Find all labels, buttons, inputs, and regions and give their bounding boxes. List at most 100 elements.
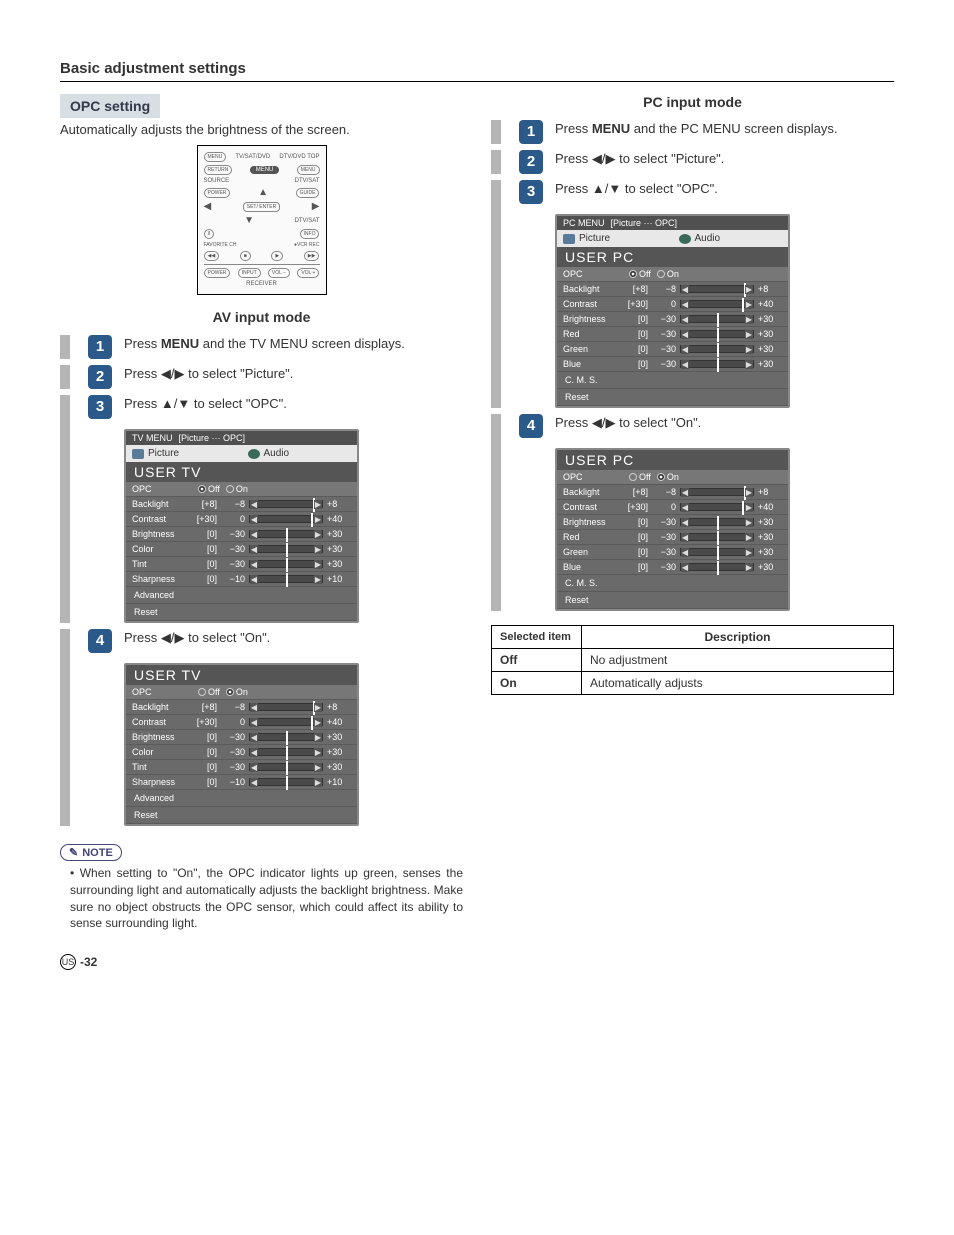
slider-row[interactable]: Contrast[+30]0◀▶+40 bbox=[557, 297, 788, 312]
radio-on-icon[interactable] bbox=[657, 473, 665, 481]
slider-right-arrow-icon[interactable]: ▶ bbox=[745, 518, 753, 527]
slider-right-arrow-icon[interactable]: ▶ bbox=[745, 548, 753, 557]
slider-right-arrow-icon[interactable]: ▶ bbox=[314, 545, 322, 554]
menu-item[interactable]: Advanced bbox=[126, 790, 357, 807]
slider-row[interactable]: Red[0]−30◀▶+30 bbox=[557, 530, 788, 545]
slider-left-arrow-icon[interactable]: ◀ bbox=[681, 330, 689, 339]
slider-row[interactable]: Sharpness[0]−10◀▶+10 bbox=[126, 775, 357, 790]
slider-left-arrow-icon[interactable]: ◀ bbox=[250, 500, 258, 509]
slider-row[interactable]: Green[0]−30◀▶+30 bbox=[557, 545, 788, 560]
menu-item[interactable]: Reset bbox=[557, 592, 788, 609]
radio-on-icon[interactable] bbox=[226, 485, 234, 493]
slider-row[interactable]: Red[0]−30◀▶+30 bbox=[557, 327, 788, 342]
slider-right-arrow-icon[interactable]: ▶ bbox=[314, 500, 322, 509]
menu-item[interactable]: Reset bbox=[126, 604, 357, 621]
slider-right-arrow-icon[interactable]: ▶ bbox=[314, 733, 322, 742]
slider-left-arrow-icon[interactable]: ◀ bbox=[250, 575, 258, 584]
radio-on-icon[interactable] bbox=[226, 688, 234, 696]
menu-item[interactable]: C. M. S. bbox=[557, 372, 788, 389]
slider-right-arrow-icon[interactable]: ▶ bbox=[314, 703, 322, 712]
radio-off-icon[interactable] bbox=[629, 473, 637, 481]
slider-row[interactable]: Brightness[0]−30◀▶+30 bbox=[557, 312, 788, 327]
slider-right-arrow-icon[interactable]: ▶ bbox=[314, 763, 322, 772]
slider-left-arrow-icon[interactable]: ◀ bbox=[681, 563, 689, 572]
slider-row[interactable]: Blue[0]−30◀▶+30 bbox=[557, 560, 788, 575]
slider-right-arrow-icon[interactable]: ▶ bbox=[745, 360, 753, 369]
slider-row[interactable]: Brightness[0]−30◀▶+30 bbox=[126, 527, 357, 542]
opc-toggle-row[interactable]: OPC Off On bbox=[557, 267, 788, 282]
slider-right-arrow-icon[interactable]: ▶ bbox=[745, 315, 753, 324]
slider-right-arrow-icon[interactable]: ▶ bbox=[745, 488, 753, 497]
tab-picture[interactable]: Picture bbox=[126, 445, 242, 462]
tab-audio[interactable]: Audio bbox=[242, 445, 358, 462]
slider-right-arrow-icon[interactable]: ▶ bbox=[745, 330, 753, 339]
slider-left-arrow-icon[interactable]: ◀ bbox=[681, 533, 689, 542]
slider-left-arrow-icon[interactable]: ◀ bbox=[681, 300, 689, 309]
slider-left-arrow-icon[interactable]: ◀ bbox=[681, 548, 689, 557]
radio-off-icon[interactable] bbox=[198, 688, 206, 696]
slider-row[interactable]: Backlight[+8]−8◀▶+8 bbox=[557, 485, 788, 500]
step-number: 3 bbox=[519, 180, 543, 204]
slider-left-arrow-icon[interactable]: ◀ bbox=[250, 530, 258, 539]
menu-item[interactable]: C. M. S. bbox=[557, 575, 788, 592]
slider-row[interactable]: Backlight[+8]−8◀▶+8 bbox=[126, 700, 357, 715]
av-input-mode-heading: AV input mode bbox=[60, 309, 463, 325]
slider-left-arrow-icon[interactable]: ◀ bbox=[681, 285, 689, 294]
menu-item[interactable]: Advanced bbox=[126, 587, 357, 604]
slider-row[interactable]: Green[0]−30◀▶+30 bbox=[557, 342, 788, 357]
slider-right-arrow-icon[interactable]: ▶ bbox=[314, 515, 322, 524]
radio-off-icon[interactable] bbox=[198, 485, 206, 493]
slider-row[interactable]: Color[0]−30◀▶+30 bbox=[126, 542, 357, 557]
slider-row[interactable]: Backlight[+8]−8◀▶+8 bbox=[557, 282, 788, 297]
slider-right-arrow-icon[interactable]: ▶ bbox=[314, 575, 322, 584]
slider-left-arrow-icon[interactable]: ◀ bbox=[681, 518, 689, 527]
slider-row[interactable]: Blue[0]−30◀▶+30 bbox=[557, 357, 788, 372]
slider-right-arrow-icon[interactable]: ▶ bbox=[745, 345, 753, 354]
slider-row[interactable]: Contrast[+30]0◀▶+40 bbox=[126, 715, 357, 730]
tab-picture[interactable]: Picture bbox=[557, 230, 673, 247]
slider-right-arrow-icon[interactable]: ▶ bbox=[314, 560, 322, 569]
slider-row[interactable]: Color[0]−30◀▶+30 bbox=[126, 745, 357, 760]
slider-right-arrow-icon[interactable]: ▶ bbox=[745, 533, 753, 542]
slider-row[interactable]: Brightness[0]−30◀▶+30 bbox=[557, 515, 788, 530]
slider-right-arrow-icon[interactable]: ▶ bbox=[314, 718, 322, 727]
slider-left-arrow-icon[interactable]: ◀ bbox=[250, 545, 258, 554]
slider-left-arrow-icon[interactable]: ◀ bbox=[250, 748, 258, 757]
down-arrow-icon: ▼ bbox=[608, 181, 621, 196]
slider-row[interactable]: Contrast[+30]0◀▶+40 bbox=[557, 500, 788, 515]
slider-left-arrow-icon[interactable]: ◀ bbox=[681, 360, 689, 369]
slider-right-arrow-icon[interactable]: ▶ bbox=[314, 778, 322, 787]
slider-right-arrow-icon[interactable]: ▶ bbox=[314, 530, 322, 539]
slider-left-arrow-icon[interactable]: ◀ bbox=[250, 515, 258, 524]
slider-left-arrow-icon[interactable]: ◀ bbox=[250, 560, 258, 569]
slider-row[interactable]: Brightness[0]−30◀▶+30 bbox=[126, 730, 357, 745]
slider-left-arrow-icon[interactable]: ◀ bbox=[681, 315, 689, 324]
slider-left-arrow-icon[interactable]: ◀ bbox=[250, 778, 258, 787]
slider-row[interactable]: Contrast[+30]0◀▶+40 bbox=[126, 512, 357, 527]
radio-off-icon[interactable] bbox=[629, 270, 637, 278]
slider-right-arrow-icon[interactable]: ▶ bbox=[745, 563, 753, 572]
slider-right-arrow-icon[interactable]: ▶ bbox=[745, 285, 753, 294]
menu-item[interactable]: Reset bbox=[557, 389, 788, 406]
slider-left-arrow-icon[interactable]: ◀ bbox=[250, 703, 258, 712]
menu-item[interactable]: Reset bbox=[126, 807, 357, 824]
slider-left-arrow-icon[interactable]: ◀ bbox=[250, 733, 258, 742]
slider-row[interactable]: Backlight[+8]−8◀▶+8 bbox=[126, 497, 357, 512]
slider-right-arrow-icon[interactable]: ▶ bbox=[745, 300, 753, 309]
tab-audio[interactable]: Audio bbox=[673, 230, 789, 247]
slider-left-arrow-icon[interactable]: ◀ bbox=[250, 718, 258, 727]
slider-left-arrow-icon[interactable]: ◀ bbox=[681, 345, 689, 354]
slider-row[interactable]: Tint[0]−30◀▶+30 bbox=[126, 557, 357, 572]
slider-right-arrow-icon[interactable]: ▶ bbox=[314, 748, 322, 757]
table-header-description: Description bbox=[582, 626, 894, 649]
opc-toggle-row[interactable]: OPC Off On bbox=[126, 685, 357, 700]
slider-left-arrow-icon[interactable]: ◀ bbox=[681, 488, 689, 497]
opc-toggle-row[interactable]: OPC Off On bbox=[126, 482, 357, 497]
slider-left-arrow-icon[interactable]: ◀ bbox=[250, 763, 258, 772]
slider-left-arrow-icon[interactable]: ◀ bbox=[681, 503, 689, 512]
radio-on-icon[interactable] bbox=[657, 270, 665, 278]
slider-row[interactable]: Tint[0]−30◀▶+30 bbox=[126, 760, 357, 775]
opc-toggle-row[interactable]: OPC Off On bbox=[557, 470, 788, 485]
slider-row[interactable]: Sharpness[0]−10◀▶+10 bbox=[126, 572, 357, 587]
slider-right-arrow-icon[interactable]: ▶ bbox=[745, 503, 753, 512]
